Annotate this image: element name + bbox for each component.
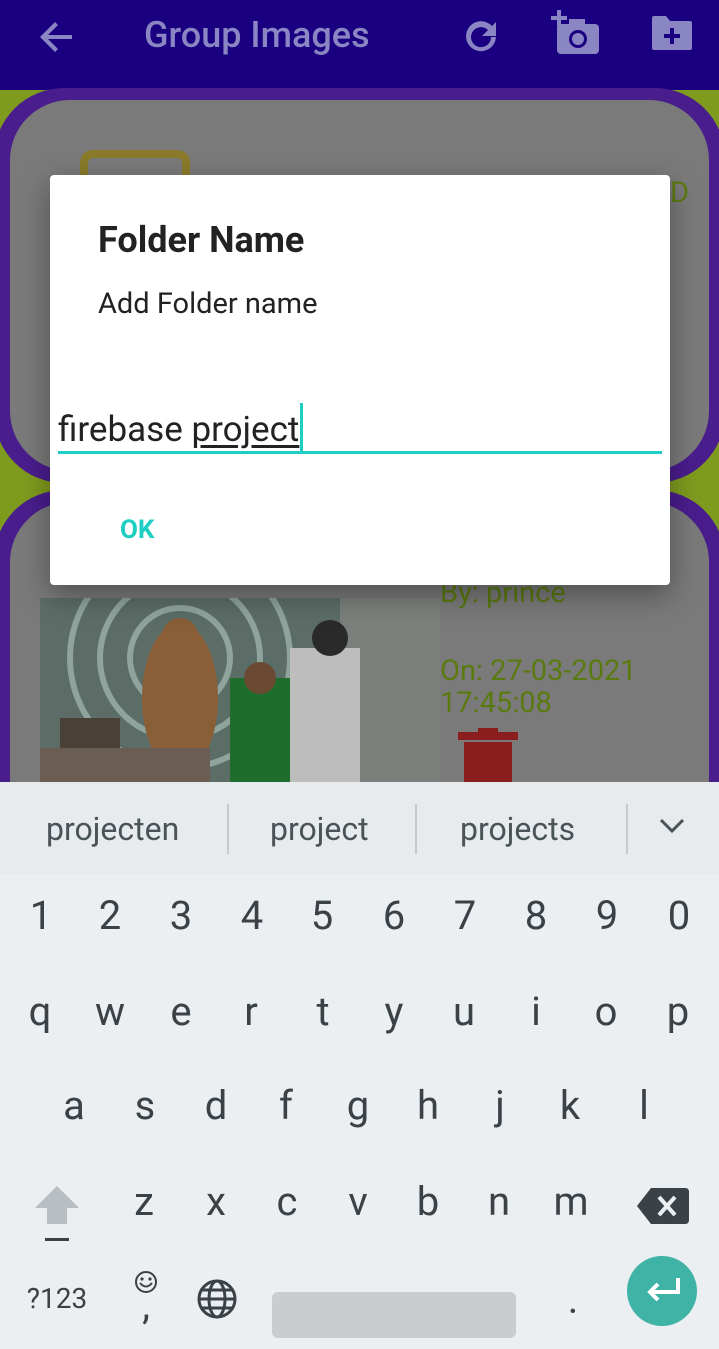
key-6[interactable]: 6	[364, 892, 424, 939]
key-8[interactable]: 8	[506, 892, 566, 939]
key-z[interactable]: z	[114, 1178, 174, 1225]
input-composing-text: project	[191, 409, 300, 450]
key-r[interactable]: r	[221, 988, 281, 1035]
ok-button[interactable]: OK	[120, 515, 154, 545]
key-f[interactable]: f	[256, 1082, 316, 1129]
key-5[interactable]: 5	[292, 892, 352, 939]
key-2[interactable]: 2	[80, 892, 140, 939]
backspace-icon[interactable]	[637, 1188, 689, 1224]
key-t[interactable]: t	[293, 988, 353, 1035]
suggestion-strip: projecten project projects	[0, 782, 719, 874]
suggestion-divider	[415, 804, 417, 854]
key-q[interactable]: q	[10, 988, 70, 1035]
key-h[interactable]: h	[398, 1082, 458, 1129]
key-e[interactable]: e	[151, 988, 211, 1035]
suggestion-divider	[626, 804, 628, 854]
dialog-message: Add Folder name	[98, 287, 318, 321]
key-c[interactable]: c	[257, 1178, 317, 1225]
key-s[interactable]: s	[115, 1082, 175, 1129]
upload-date: On: 27-03-2021	[440, 654, 637, 688]
key-o[interactable]: o	[576, 988, 636, 1035]
enter-button[interactable]	[627, 1256, 697, 1326]
key-9[interactable]: 9	[577, 892, 637, 939]
key-3[interactable]: 3	[151, 892, 211, 939]
key-k[interactable]: k	[540, 1082, 600, 1129]
comma-key[interactable]: ,	[116, 1282, 176, 1329]
enter-icon	[647, 1278, 680, 1302]
soft-keyboard: projecten project projects 1 2 3 4 5 6 7…	[0, 782, 719, 1349]
key-w[interactable]: w	[80, 988, 140, 1035]
key-0[interactable]: 0	[649, 892, 709, 939]
key-p[interactable]: p	[648, 988, 708, 1035]
folder-name-input[interactable]: firebase project	[58, 397, 662, 454]
chevron-down-icon[interactable]	[658, 816, 686, 836]
spacebar[interactable]	[272, 1292, 516, 1338]
suggestion-1[interactable]: projecten	[46, 810, 179, 848]
globe-icon[interactable]	[196, 1278, 238, 1320]
key-7[interactable]: 7	[435, 892, 495, 939]
key-b[interactable]: b	[398, 1178, 458, 1225]
trash-icon[interactable]	[458, 728, 518, 782]
suggestion-2[interactable]: project	[270, 810, 369, 848]
key-u[interactable]: u	[434, 988, 494, 1035]
dialog-title: Folder Name	[98, 219, 305, 261]
key-d[interactable]: d	[186, 1082, 246, 1129]
key-m[interactable]: m	[541, 1178, 601, 1225]
folder-name-dialog: Folder Name Add Folder name firebase pro…	[50, 175, 670, 585]
key-a[interactable]: a	[44, 1082, 104, 1129]
key-l[interactable]: l	[614, 1082, 674, 1129]
suggestion-3[interactable]: projects	[460, 810, 575, 848]
group-photo[interactable]	[40, 598, 440, 782]
input-text: firebase	[58, 409, 192, 450]
shift-icon[interactable]	[33, 1184, 81, 1242]
key-g[interactable]: g	[328, 1082, 388, 1129]
folder-name-value[interactable]: firebase project	[58, 403, 304, 451]
symbols-key[interactable]: ?123	[22, 1282, 92, 1315]
suggestion-divider	[227, 804, 229, 854]
key-x[interactable]: x	[186, 1178, 246, 1225]
key-i[interactable]: i	[506, 988, 566, 1035]
key-n[interactable]: n	[469, 1178, 529, 1225]
text-cursor	[300, 403, 304, 451]
key-y[interactable]: y	[364, 988, 424, 1035]
key-4[interactable]: 4	[222, 892, 282, 939]
card-side-text: D	[670, 176, 690, 210]
key-v[interactable]: v	[328, 1178, 388, 1225]
period-key[interactable]: .	[543, 1276, 603, 1323]
key-1[interactable]: 1	[11, 892, 71, 939]
upload-time: 17:45:08	[440, 686, 552, 720]
key-j[interactable]: j	[470, 1082, 530, 1129]
